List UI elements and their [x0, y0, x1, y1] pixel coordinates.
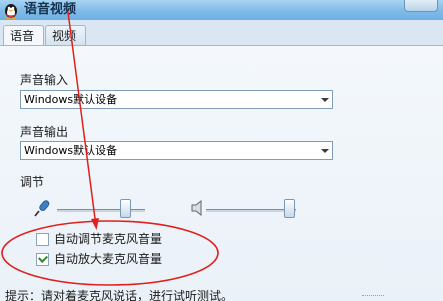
- tab-voice[interactable]: 语音: [3, 25, 44, 47]
- cut-off-text: [362, 295, 384, 298]
- checkmark-icon: [38, 253, 48, 263]
- speaker-volume-thumb[interactable]: [284, 199, 295, 218]
- chevron-down-icon: [321, 149, 329, 153]
- window-title: 语音视频: [24, 2, 77, 17]
- auto-boost-mic-label: 自动放大麦克风音量: [54, 252, 163, 266]
- chevron-down-icon: [321, 98, 329, 102]
- auto-adjust-mic-label: 自动调节麦克风音量: [54, 232, 163, 246]
- output-device-select[interactable]: Windows默认设备: [20, 141, 333, 160]
- title-bar: 语音视频: [0, 0, 443, 20]
- hint-text: 提示：请对着麦克风说话，进行试听测试。: [5, 289, 234, 301]
- speaker-icon: [190, 199, 206, 219]
- close-button[interactable]: [404, 0, 438, 12]
- input-section-label: 声音输入: [20, 73, 69, 87]
- auto-adjust-mic-checkbox[interactable]: [36, 233, 49, 246]
- speaker-volume-track[interactable]: [206, 209, 296, 212]
- output-section-label: 声音输出: [20, 125, 69, 139]
- tab-video[interactable]: 视频: [45, 25, 86, 46]
- adjust-section-label: 调节: [20, 175, 45, 189]
- mic-volume-thumb[interactable]: [120, 199, 131, 218]
- mic-volume-track[interactable]: [57, 209, 145, 212]
- input-device-select[interactable]: Windows默认设备: [20, 90, 333, 109]
- qq-penguin-icon: [2, 1, 20, 19]
- input-device-value: Windows默认设备: [24, 93, 118, 106]
- output-device-value: Windows默认设备: [24, 144, 118, 157]
- tab-video-label: 视频: [52, 29, 77, 43]
- auto-boost-mic-checkbox[interactable]: [36, 253, 49, 266]
- microphone-icon: [34, 199, 54, 220]
- auto-boost-mic-option[interactable]: 自动放大麦克风音量: [36, 252, 196, 268]
- tab-voice-label: 语音: [10, 29, 35, 43]
- auto-adjust-mic-option[interactable]: 自动调节麦克风音量: [36, 232, 196, 248]
